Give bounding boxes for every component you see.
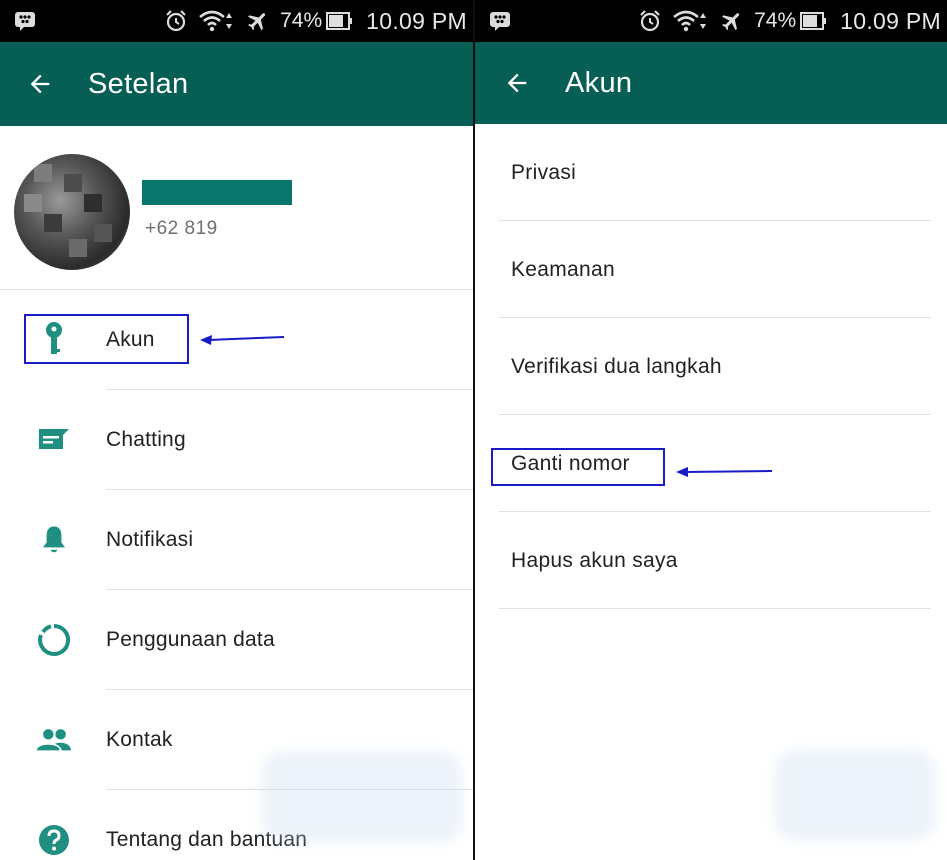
clock: 10.09 PM <box>366 7 467 34</box>
alarm-icon <box>166 10 186 32</box>
account-item-privasi[interactable]: Privasi <box>499 124 931 221</box>
contacts-icon <box>36 720 72 760</box>
watermark <box>775 750 935 840</box>
settings-item-label: Chatting <box>106 428 186 451</box>
page-title: Setelan <box>88 68 189 100</box>
alarm-icon <box>640 10 660 32</box>
battery-percent: 74% <box>280 9 323 32</box>
back-arrow-icon[interactable] <box>26 70 54 98</box>
settings-item-notifikasi[interactable]: Notifikasi <box>0 490 473 590</box>
account-item-label: Hapus akun saya <box>511 549 678 572</box>
divider <box>499 608 931 609</box>
settings-item-chatting[interactable]: Chatting <box>0 390 473 490</box>
account-item-label: Verifikasi dua langkah <box>511 355 722 378</box>
settings-item-label: Penggunaan data <box>106 628 275 651</box>
account-screen: 74% 10.09 PM Akun Privasi Keamanan Verif… <box>475 0 947 860</box>
account-item-label: Keamanan <box>511 258 615 281</box>
pointer-arrow-icon <box>676 467 773 477</box>
profile-name-redacted <box>142 180 292 205</box>
bbm-icon <box>15 12 35 31</box>
watermark <box>262 752 462 842</box>
app-bar: Akun <box>475 42 947 124</box>
highlight-box-akun <box>24 314 189 364</box>
avatar[interactable] <box>14 154 130 270</box>
bbm-icon <box>490 12 510 31</box>
settings-item-label: Notifikasi <box>106 528 194 551</box>
help-icon <box>36 820 72 860</box>
battery-icon <box>800 12 827 30</box>
profile-phone: +62 819 <box>145 218 218 239</box>
bell-icon <box>36 520 72 560</box>
clock: 10.09 PM <box>840 7 941 34</box>
pointer-arrow-icon <box>200 335 285 345</box>
profile-header[interactable]: +62 819 <box>0 126 473 290</box>
battery-percent: 74% <box>754 9 797 32</box>
settings-item-penggunaan-data[interactable]: Penggunaan data <box>0 590 473 690</box>
airplane-icon <box>248 13 266 31</box>
status-bar: 74% 10.09 PM <box>475 0 947 42</box>
settings-screen: 74% 10.09 PM Setelan +62 819 Akun Chatti… <box>0 0 473 860</box>
account-item-label: Privasi <box>511 161 577 184</box>
wifi-icon <box>673 10 707 32</box>
app-bar: Setelan <box>0 42 473 126</box>
status-bar: 74% 10.09 PM <box>0 0 473 42</box>
account-item-hapus-akun-saya[interactable]: Hapus akun saya <box>499 512 931 609</box>
airplane-icon <box>722 13 740 31</box>
chat-icon <box>36 420 72 460</box>
page-title: Akun <box>565 67 633 99</box>
wifi-icon <box>199 10 233 32</box>
settings-item-label: Kontak <box>106 728 173 751</box>
account-item-verifikasi-dua-langkah[interactable]: Verifikasi dua langkah <box>499 318 931 415</box>
data-usage-icon <box>36 620 72 660</box>
highlight-box-ganti-nomor <box>491 448 665 486</box>
back-arrow-icon[interactable] <box>503 69 531 97</box>
account-item-keamanan[interactable]: Keamanan <box>499 221 931 318</box>
battery-icon <box>326 12 353 30</box>
